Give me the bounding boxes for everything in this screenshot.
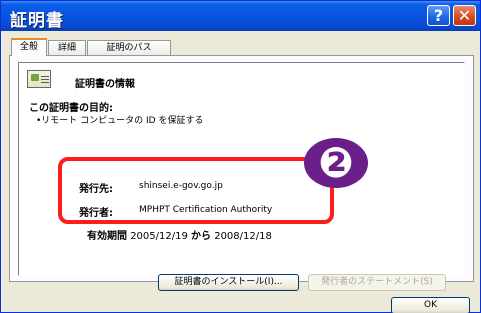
valid-from: 2005/12/19: [130, 231, 188, 242]
certificate-icon: [27, 70, 51, 88]
purpose-item: •リモート コンピュータの ID を保証する: [36, 116, 204, 126]
validity-line: 有効期間 2005/12/19 から 2008/12/18: [87, 227, 272, 242]
window-title: 証明書: [10, 11, 64, 31]
tab-details[interactable]: 詳細: [48, 40, 86, 55]
title-bar[interactable]: 証明書 ? ✕: [1, 1, 480, 31]
validity-from-to: から: [191, 231, 212, 242]
purpose-label: この証明書の目的:: [29, 103, 113, 114]
ok-button[interactable]: OK: [391, 297, 470, 313]
step-number-badge: ❷: [304, 138, 368, 188]
valid-to: 2008/12/18: [214, 231, 272, 242]
help-icon[interactable]: ?: [427, 5, 450, 26]
issuer-statement-button[interactable]: 発行者のステートメント(S): [308, 274, 446, 291]
close-icon[interactable]: ✕: [453, 5, 476, 26]
tab-general[interactable]: 全般: [11, 38, 47, 56]
tab-certification-path[interactable]: 証明のパス: [87, 40, 171, 55]
heading-divider: [25, 92, 459, 93]
install-certificate-button[interactable]: 証明書のインストール(I)...: [158, 274, 299, 291]
validity-label: 有効期間: [87, 231, 127, 242]
certificate-dialog: 証明書 ? ✕ 全般 詳細 証明のパス 証明書の情報 この証明書の目的: •リモ…: [0, 0, 481, 313]
highlight-box: [58, 157, 334, 224]
cert-info-heading: 証明書の情報: [75, 79, 135, 90]
